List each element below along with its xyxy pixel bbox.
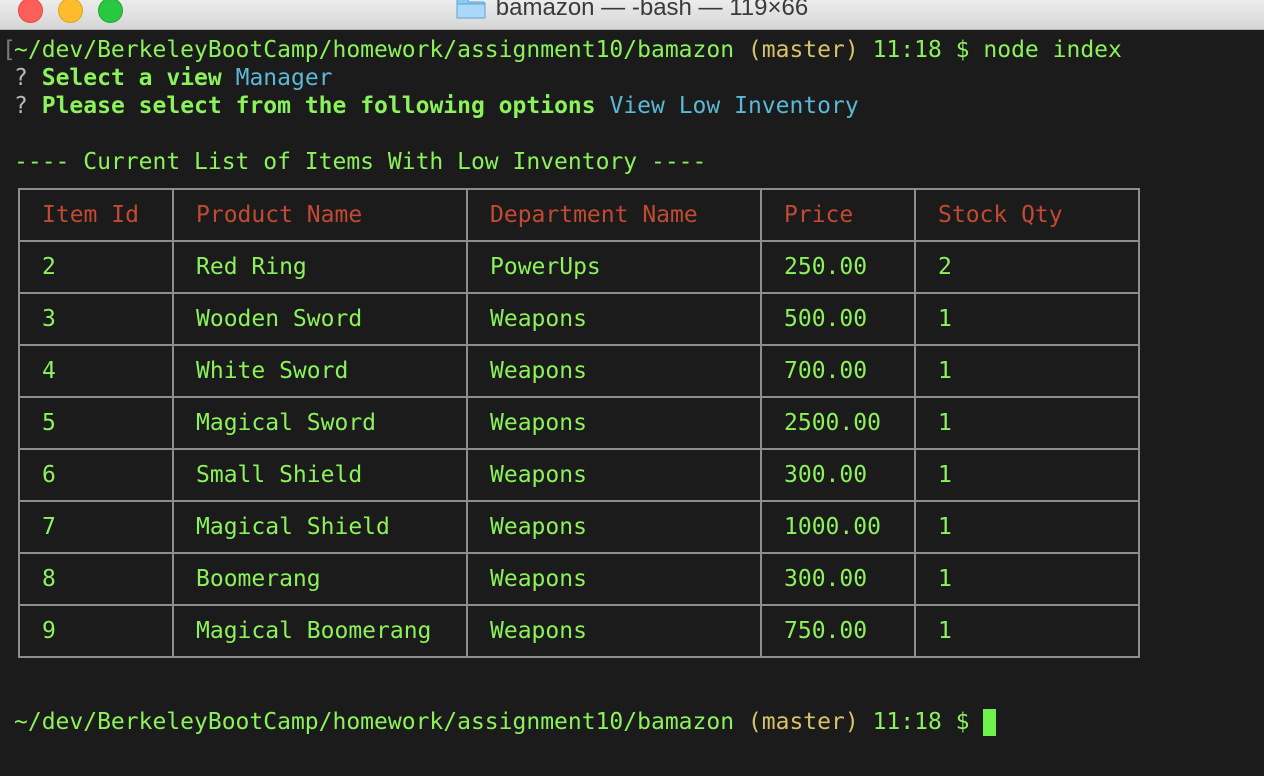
cell-price: 300.00 [760,552,916,606]
table-row: 4 White Sword Weapons 700.00 1 [18,344,1140,398]
cell-price: 700.00 [760,344,916,398]
cell-department-name: Weapons [466,344,762,398]
table-row: 3 Wooden Sword Weapons 500.00 1 [18,292,1140,346]
cell-item-id: 4 [18,344,174,398]
prompt-branch: (master) [747,37,859,63]
command-text: node index [983,37,1122,63]
text-cursor[interactable] [983,709,997,736]
cell-product-name: Magical Sword [172,396,468,450]
prompt-path: ~/dev/BerkeleyBootCamp/homework/assignme… [14,37,735,63]
cell-item-id: 7 [18,500,174,554]
report-heading: ---- Current List of Items With Low Inve… [14,149,707,175]
table-row: 7 Magical Shield Weapons 1000.00 1 [18,500,1140,554]
table-row: 8 Boomerang Weapons 300.00 1 [18,552,1140,606]
table-row: 9 Magical Boomerang Weapons 750.00 1 [18,604,1140,658]
answer-text: View Low Inventory [609,93,859,119]
cell-price: 750.00 [760,604,916,658]
cell-product-name: Magical Boomerang [172,604,468,658]
cell-department-name: Weapons [466,292,762,346]
header-stock-qty: Stock Qty [914,188,1140,242]
question-mark: ? [14,93,28,119]
cell-stock-qty: 1 [914,604,1140,658]
final-prompt-line: ~/dev/BerkeleyBootCamp/homework/assignme… [14,708,997,736]
title-bar: bamazon — -bash — 119×66 [0,0,1264,30]
cell-item-id: 8 [18,552,174,606]
prompt-time: 11:18 [872,709,942,735]
cell-stock-qty: 1 [914,292,1140,346]
question-text: Please select from the following options [41,93,596,119]
header-item-id: Item Id [18,188,174,242]
cell-stock-qty: 1 [914,396,1140,450]
cell-product-name: Boomerang [172,552,468,606]
prompt-time: 11:18 [872,37,942,63]
cell-price: 300.00 [760,448,916,502]
cell-product-name: Wooden Sword [172,292,468,346]
table-row: 5 Magical Sword Weapons 2500.00 1 [18,396,1140,450]
window-title: bamazon — -bash — 119×66 [495,0,809,21]
low-inventory-table: Item Id Product Name Department Name Pri… [18,188,1140,658]
prompt-symbol: $ [955,709,970,735]
cell-price: 2500.00 [760,396,916,450]
prompt-line-view: ? Select a view Manager [14,64,333,92]
cell-price: 1000.00 [760,500,916,554]
cell-department-name: Weapons [466,448,762,502]
window-title-group: bamazon — -bash — 119×66 [0,0,1264,22]
cell-department-name: Weapons [466,500,762,554]
cell-price: 250.00 [760,240,916,294]
cell-stock-qty: 1 [914,448,1140,502]
answer-text: Manager [235,65,333,91]
header-product-name: Product Name [172,188,468,242]
cell-price: 500.00 [760,292,916,346]
cell-department-name: PowerUps [466,240,762,294]
table-row: 2 Red Ring PowerUps 250.00 2 [18,240,1140,294]
cell-product-name: Red Ring [172,240,468,294]
cell-product-name: White Sword [172,344,468,398]
cell-department-name: Weapons [466,604,762,658]
command-line: ~/dev/BerkeleyBootCamp/homework/assignme… [14,36,1122,64]
table-header-row: Item Id Product Name Department Name Pri… [18,188,1140,242]
selection-bracket: [ [2,37,16,63]
prompt-symbol: $ [955,37,970,63]
cell-item-id: 5 [18,396,174,450]
terminal-output[interactable]: ~/dev/BerkeleyBootCamp/homework/assignme… [0,30,1264,776]
table-row: 6 Small Shield Weapons 300.00 1 [18,448,1140,502]
cell-product-name: Small Shield [172,448,468,502]
cell-item-id: 2 [18,240,174,294]
cell-stock-qty: 1 [914,552,1140,606]
header-department-name: Department Name [466,188,762,242]
cell-stock-qty: 1 [914,344,1140,398]
cell-stock-qty: 1 [914,500,1140,554]
header-price: Price [760,188,916,242]
cell-product-name: Magical Shield [172,500,468,554]
cell-item-id: 9 [18,604,174,658]
cell-stock-qty: 2 [914,240,1140,294]
cell-item-id: 3 [18,292,174,346]
prompt-branch: (master) [747,709,859,735]
cell-department-name: Weapons [466,396,762,450]
cell-item-id: 6 [18,448,174,502]
folder-icon [456,0,486,19]
prompt-path: ~/dev/BerkeleyBootCamp/homework/assignme… [14,709,735,735]
cell-department-name: Weapons [466,552,762,606]
question-text: Select a view [41,65,222,91]
question-mark: ? [14,65,28,91]
prompt-line-option: ? Please select from the following optio… [14,92,859,120]
